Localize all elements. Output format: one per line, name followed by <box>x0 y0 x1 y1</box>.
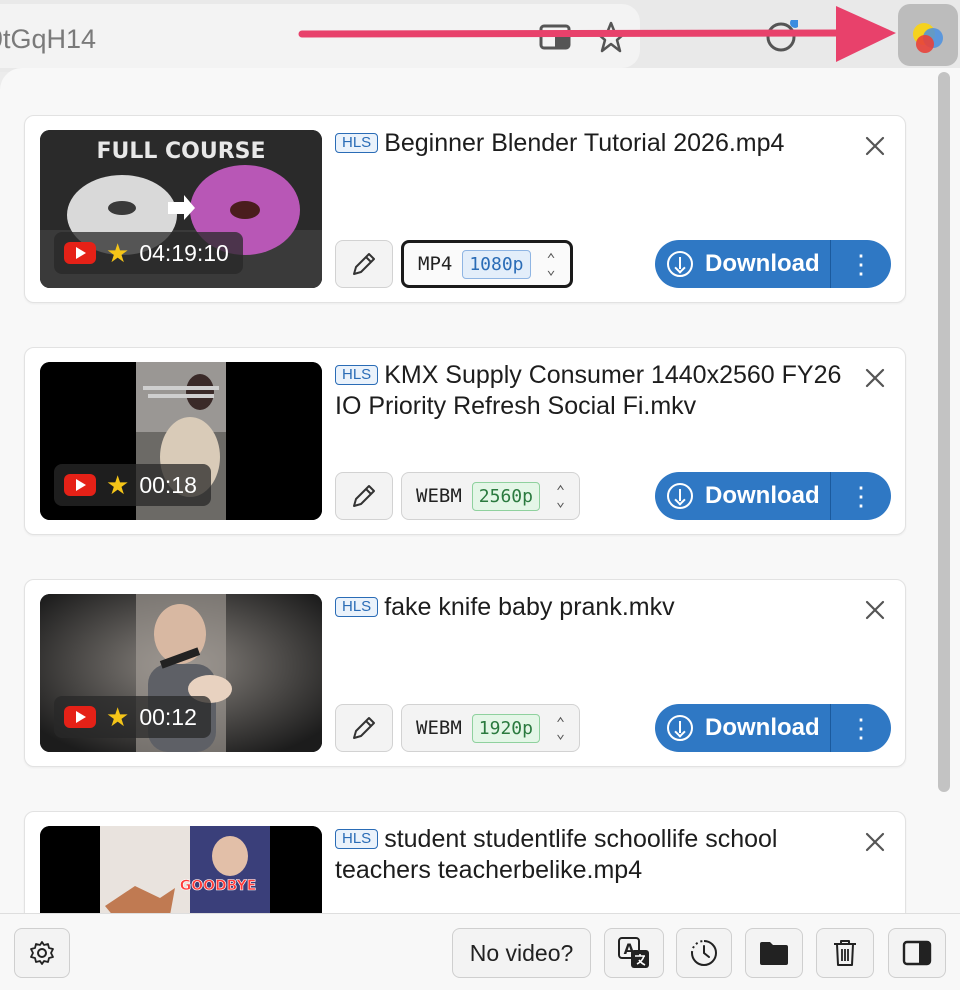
resolution-badge: 1920p <box>471 713 540 743</box>
duration-badge: ★ 00:18 <box>54 464 211 506</box>
video-title: HLS Beginner Blender Tutorial 2026.mp4 <box>335 128 855 159</box>
url-text[interactable]: l9tGqH14 <box>0 24 96 55</box>
pencil-icon <box>353 253 375 275</box>
thumbnail-caption: FULL COURSE <box>96 139 265 164</box>
resolution-badge: 1080p <box>462 249 531 279</box>
hls-badge: HLS <box>335 829 379 849</box>
bottom-toolbar: No video? A <box>0 913 960 990</box>
more-options-button[interactable]: ⋮ <box>831 483 891 509</box>
kebab-icon: ⋮ <box>848 713 874 743</box>
chevron-updown-icon: ⌃ ⌄ <box>555 714 565 742</box>
kebab-icon: ⋮ <box>848 481 874 511</box>
video-card: ★ 00:12 HLS fake knife baby prank.mkv WEB… <box>24 579 906 767</box>
download-button[interactable]: Download <box>655 472 831 520</box>
star-icon: ★ <box>106 470 130 500</box>
download-icon <box>667 483 693 509</box>
hls-badge: HLS <box>335 365 379 385</box>
download-icon <box>667 715 693 741</box>
rename-button[interactable] <box>335 472 393 520</box>
format-select[interactable]: WEBM 2560p ⌃ ⌄ <box>401 472 580 520</box>
chevron-updown-icon: ⌃ ⌄ <box>546 250 556 278</box>
rename-button[interactable] <box>335 240 393 288</box>
extension-button[interactable] <box>898 4 958 66</box>
download-button-group: Download ⋮ <box>655 240 891 288</box>
chevron-updown-icon: ⌃ ⌄ <box>555 482 565 510</box>
history-button[interactable] <box>676 928 732 978</box>
browser-toolbar: l9tGqH14 <box>0 0 960 72</box>
download-label: Download <box>705 250 820 277</box>
kebab-icon: ⋮ <box>848 249 874 279</box>
duration-badge: ★ 00:12 <box>54 696 211 738</box>
video-title-text: fake knife baby prank.mkv <box>384 593 675 621</box>
duration-text: 00:18 <box>139 471 197 498</box>
close-icon[interactable] <box>861 596 889 624</box>
folder-icon <box>760 942 788 965</box>
history-icon <box>691 940 717 966</box>
format-select[interactable]: MP4 1080p ⌃ ⌄ <box>401 240 573 288</box>
video-thumbnail[interactable]: ★ 00:12 <box>40 594 322 752</box>
more-options-button[interactable]: ⋮ <box>831 251 891 277</box>
sidebar-icon <box>902 940 932 966</box>
bookmark-star-icon[interactable] <box>594 20 628 54</box>
downloader-popup: FULL COURSE ★ 04:19:10 HLS Beginner Blend… <box>0 68 960 990</box>
download-button-group: Download ⋮ <box>655 472 891 520</box>
hls-badge: HLS <box>335 597 379 617</box>
download-button[interactable]: Download <box>655 240 831 288</box>
scrollbar[interactable] <box>934 68 954 913</box>
video-card: FULL COURSE ★ 04:19:10 HLS Beginner Blend… <box>24 115 906 303</box>
clear-all-button[interactable] <box>816 928 874 978</box>
download-button[interactable]: Download <box>655 704 831 752</box>
star-icon: ★ <box>106 238 130 268</box>
format-label: WEBM <box>416 717 462 739</box>
no-video-button[interactable]: No video? <box>452 928 591 978</box>
duration-text: 00:12 <box>139 703 197 730</box>
reader-mode-icon[interactable] <box>538 20 572 54</box>
video-title-text: KMX Supply Consumer 1440x2560 FY26 IO Pr… <box>335 361 842 420</box>
video-title: HLS fake knife baby prank.mkv <box>335 592 855 623</box>
download-button-group: Download ⋮ <box>655 704 891 752</box>
video-thumbnail[interactable]: ★ 00:18 <box>40 362 322 520</box>
video-title: HLS KMX Supply Consumer 1440x2560 FY26 IO… <box>335 360 855 422</box>
youtube-icon <box>64 242 96 264</box>
youtube-icon <box>64 706 96 728</box>
translate-icon: A <box>618 937 649 968</box>
format-label: MP4 <box>418 253 453 275</box>
gear-icon <box>30 941 54 965</box>
video-thumbnail[interactable]: FULL COURSE ★ 04:19:10 <box>40 130 322 288</box>
download-icon <box>667 251 693 277</box>
rename-button[interactable] <box>335 704 393 752</box>
pencil-icon <box>353 717 375 739</box>
settings-button[interactable] <box>14 928 70 978</box>
no-video-label: No video? <box>469 939 574 966</box>
star-icon: ★ <box>106 702 130 732</box>
duration-badge: ★ 04:19:10 <box>54 232 243 274</box>
trash-icon <box>834 940 856 966</box>
video-title-text: student studentlife schoollife school te… <box>335 825 778 884</box>
thumbnail-caption: GOODBYE <box>180 878 257 894</box>
resolution-badge: 2560p <box>471 481 540 511</box>
extension-logo-icon <box>913 23 943 53</box>
close-icon[interactable] <box>861 828 889 856</box>
open-folder-button[interactable] <box>745 928 803 978</box>
scrollbar-thumb[interactable] <box>938 72 950 792</box>
download-label: Download <box>705 714 820 741</box>
format-label: WEBM <box>416 485 462 507</box>
close-icon[interactable] <box>861 364 889 392</box>
close-icon[interactable] <box>861 132 889 160</box>
sidebar-toggle-button[interactable] <box>888 928 946 978</box>
video-title-text: Beginner Blender Tutorial 2026.mp4 <box>384 129 785 157</box>
translate-button[interactable]: A <box>604 928 664 978</box>
format-select[interactable]: WEBM 1920p ⌃ ⌄ <box>401 704 580 752</box>
youtube-icon <box>64 474 96 496</box>
video-title: HLS student studentlife schoollife school… <box>335 824 855 886</box>
pencil-icon <box>353 485 375 507</box>
account-icon[interactable] <box>764 20 798 54</box>
more-options-button[interactable]: ⋮ <box>831 715 891 741</box>
video-card: ★ 00:18 HLS KMX Supply Consumer 1440x2560… <box>24 347 906 535</box>
download-label: Download <box>705 482 820 509</box>
duration-text: 04:19:10 <box>139 239 229 266</box>
hls-badge: HLS <box>335 133 379 153</box>
